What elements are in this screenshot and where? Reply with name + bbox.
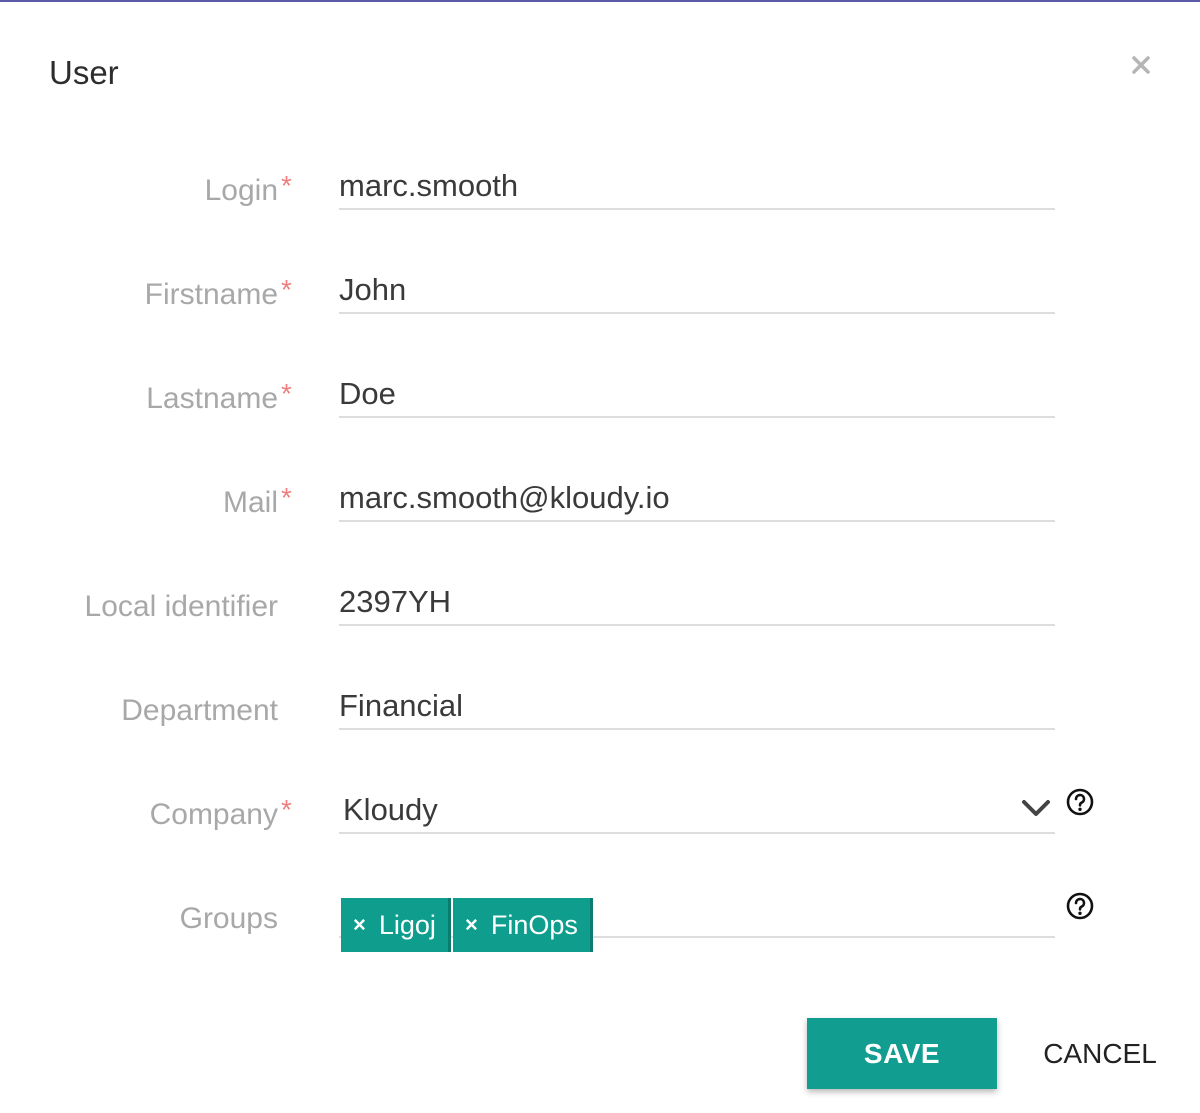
groups-row: Groups × Ligoj × FinOps [0, 872, 1200, 976]
local-identifier-row: Local identifier 2397YH [0, 560, 1200, 664]
lastname-label: Lastname [146, 382, 278, 415]
local-identifier-field[interactable]: 2397YH [339, 560, 1055, 626]
firstname-label: Firstname [144, 278, 278, 311]
required-mark: * [281, 274, 292, 305]
lastname-field[interactable]: Doe [339, 352, 1055, 418]
required-mark: * [281, 794, 292, 825]
department-row: Department Financial [0, 664, 1200, 768]
user-dialog: User Login * marc.smooth Firstname * Joh… [0, 0, 1200, 1113]
mail-field[interactable]: marc.smooth@kloudy.io [339, 456, 1055, 522]
company-select[interactable]: Kloudy [339, 768, 1055, 834]
login-label: Login [204, 174, 278, 207]
required-mark: * [281, 170, 292, 201]
firstname-row: Firstname * John [0, 248, 1200, 352]
save-button[interactable]: SAVE [807, 1018, 997, 1089]
department-label: Department [121, 694, 278, 727]
groups-field[interactable]: × Ligoj × FinOps [339, 872, 1055, 952]
required-mark: * [281, 482, 292, 513]
local-identifier-value: 2397YH [339, 584, 452, 619]
cancel-button[interactable]: CANCEL [1040, 1018, 1160, 1089]
help-circle-icon[interactable] [1065, 787, 1095, 817]
mail-row: Mail * marc.smooth@kloudy.io [0, 456, 1200, 560]
tag-label: FinOps [490, 909, 578, 940]
help-circle-icon[interactable] [1065, 891, 1095, 921]
remove-tag-icon[interactable]: × [353, 912, 366, 938]
firstname-value: John [339, 272, 407, 307]
mail-label: Mail [222, 486, 278, 519]
dialog-title: User [49, 54, 119, 91]
company-label: Company [149, 798, 278, 831]
local-identifier-label: Local identifier [84, 590, 278, 623]
company-row: Company * Kloudy [0, 768, 1200, 872]
group-tag-finops: × FinOps [453, 898, 593, 952]
lastname-value: Doe [339, 376, 396, 411]
lastname-row: Lastname * Doe [0, 352, 1200, 456]
company-value: Kloudy [343, 792, 438, 827]
login-row: Login * marc.smooth [0, 144, 1200, 248]
group-tag-ligoj: × Ligoj [341, 898, 451, 952]
department-field[interactable]: Financial [339, 664, 1055, 730]
firstname-field[interactable]: John [339, 248, 1055, 314]
tag-label: Ligoj [378, 909, 436, 940]
close-button[interactable] [1126, 50, 1156, 80]
department-value: Financial [339, 688, 464, 723]
chevron-down-icon[interactable] [1021, 798, 1051, 818]
required-mark: * [281, 378, 292, 409]
login-value: marc.smooth [339, 168, 519, 203]
groups-label: Groups [179, 902, 278, 935]
remove-tag-icon[interactable]: × [465, 912, 478, 938]
mail-value: marc.smooth@kloudy.io [339, 480, 670, 515]
close-icon [1132, 56, 1150, 74]
login-field[interactable]: marc.smooth [339, 144, 1055, 210]
